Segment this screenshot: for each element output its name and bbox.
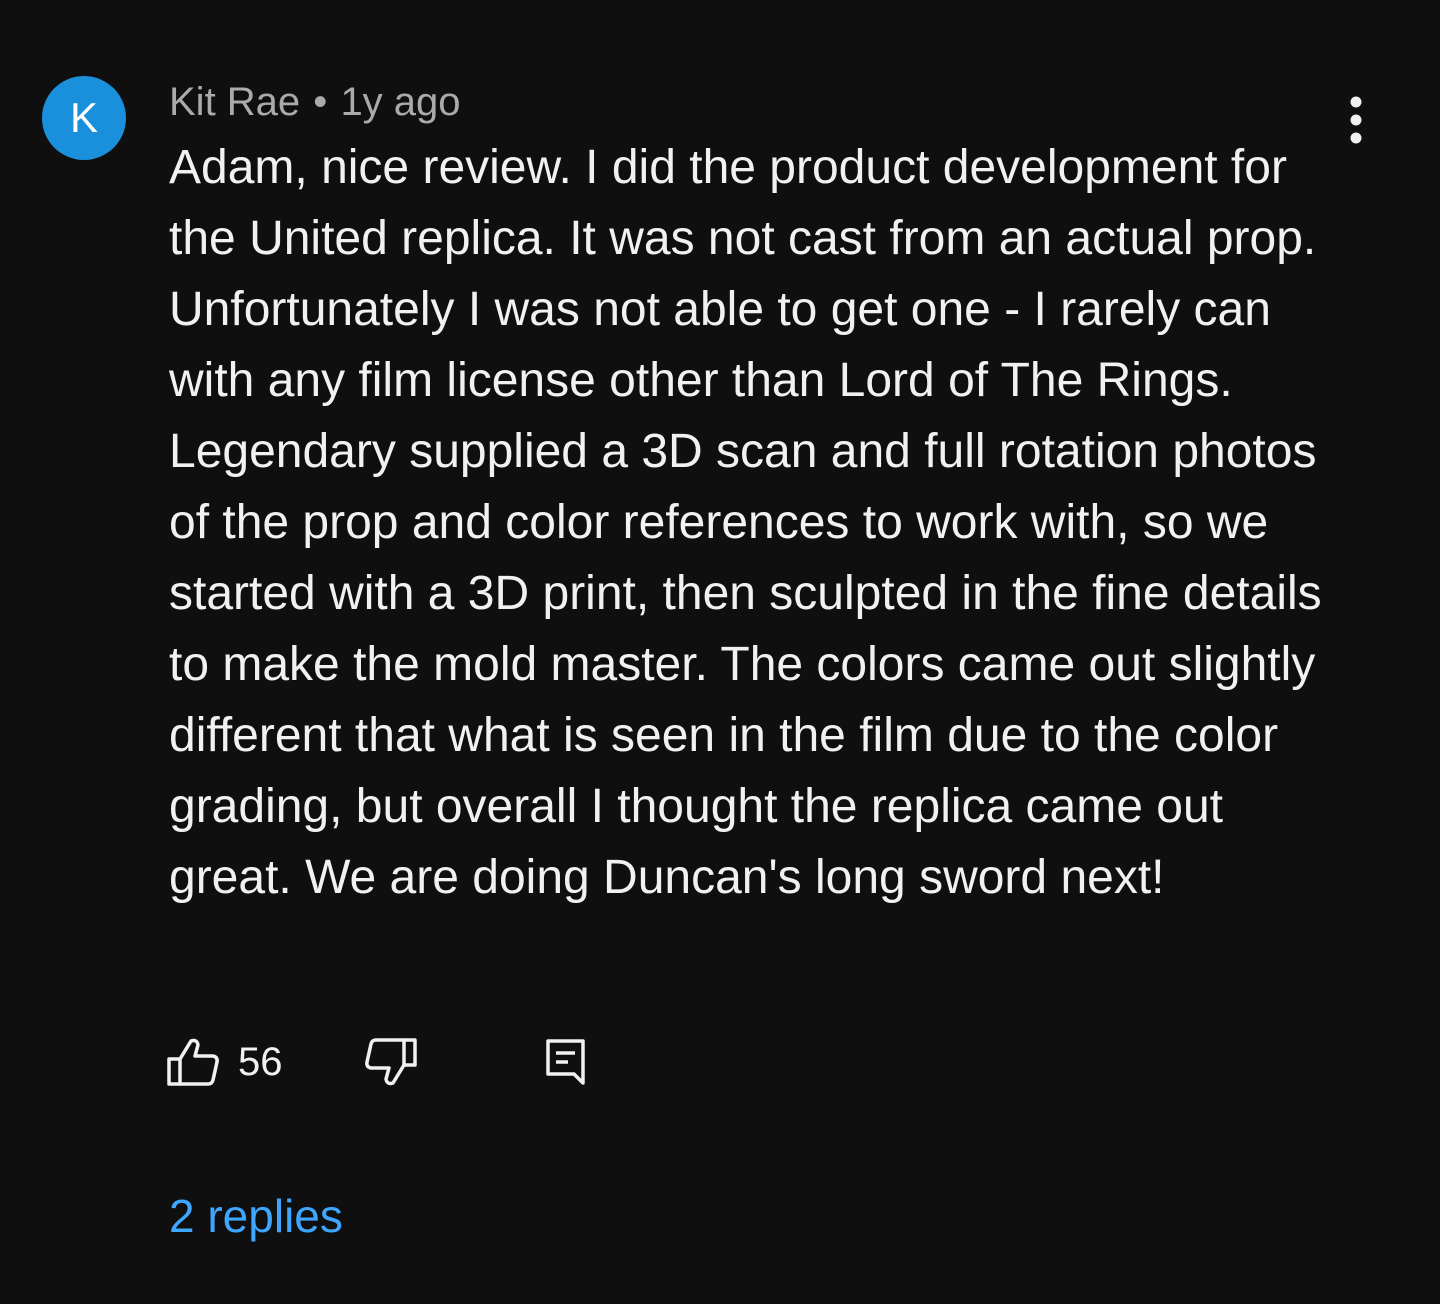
author-name[interactable]: Kit Rae	[169, 80, 300, 124]
avatar-letter: K	[69, 94, 98, 141]
like-button[interactable]: 56	[166, 1032, 283, 1092]
like-count: 56	[238, 1040, 283, 1084]
comment-reply-icon	[546, 1039, 585, 1085]
view-replies-link[interactable]: 2 replies	[169, 1186, 343, 1246]
meta-separator: •	[313, 80, 328, 124]
comment-text: Adam, nice review. I did the product dev…	[169, 141, 1322, 904]
dislike-button[interactable]	[364, 1032, 418, 1092]
comment-header: Kit Rae • 1y ago	[169, 76, 461, 128]
comment-timestamp: 1y ago	[340, 80, 461, 124]
thumbs-down-icon	[365, 1038, 417, 1086]
avatar[interactable]: K	[42, 76, 126, 160]
thumbs-up-icon	[167, 1038, 219, 1086]
comment-thread: K Kit Rae • 1y ago Adam, nice review. I …	[0, 0, 1440, 1304]
reply-button[interactable]	[544, 1032, 588, 1092]
